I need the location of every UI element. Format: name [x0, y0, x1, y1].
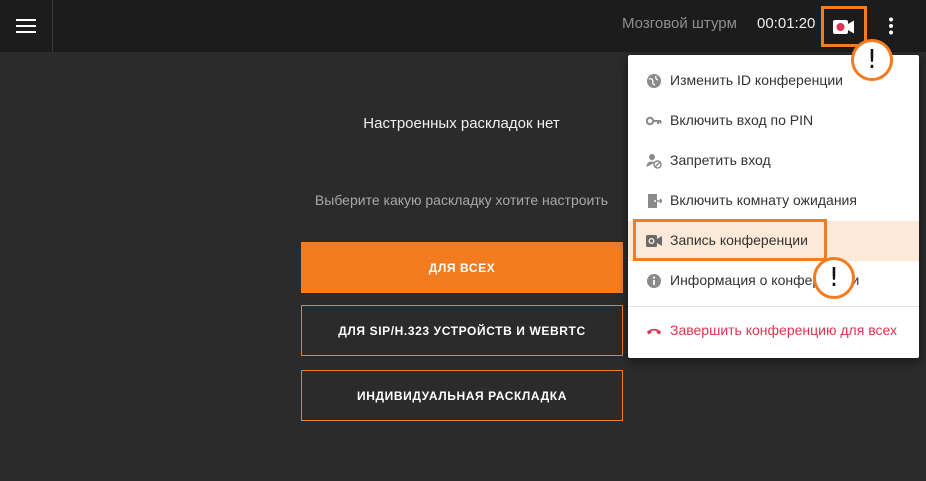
layout-sip-webrtc-button[interactable]: ДЛЯ SIP/H.323 УСТРОЙСТВ И WEBRTC — [301, 305, 623, 356]
conference-timer: 00:01:20 — [757, 15, 816, 32]
conference-name: Мозговой штурм — [622, 15, 737, 32]
menu-item-label: Завершить конференцию для всех — [670, 322, 897, 338]
globe-icon — [646, 73, 662, 89]
layout-for-all-button[interactable]: ДЛЯ ВСЕХ — [301, 242, 623, 293]
more-vertical-icon — [889, 17, 893, 35]
menu-item-enable-pin[interactable]: Включить вход по PIN — [628, 101, 919, 141]
menu-item-waiting-room[interactable]: Включить комнату ожидания — [628, 181, 919, 221]
key-icon — [646, 113, 662, 129]
menu-divider — [628, 306, 919, 307]
empty-layouts-subtitle: Выберите какую раскладку хотите настроит… — [314, 192, 609, 208]
video-camera-icon — [646, 233, 662, 249]
annotation-badge: ! — [813, 257, 855, 299]
hamburger-icon — [16, 19, 36, 33]
info-icon — [646, 273, 662, 289]
menu-item-record-conference[interactable]: Запись конференции — [628, 221, 919, 261]
video-record-icon — [833, 19, 854, 34]
layout-individual-button[interactable]: ИНДИВИДУАЛЬНАЯ РАСКЛАДКА — [301, 370, 623, 421]
menu-item-label: Запретить вход — [670, 152, 771, 168]
empty-layouts-title: Настроенных раскладок нет — [363, 115, 560, 132]
phone-hangup-icon — [646, 323, 662, 339]
conference-options-menu: Изменить ID конференции Включить вход по… — [628, 55, 919, 358]
menu-item-end-conference[interactable]: Завершить конференцию для всех — [628, 311, 919, 351]
door-icon — [646, 193, 662, 209]
more-options-button[interactable] — [878, 10, 904, 42]
menu-item-conference-info[interactable]: Информация о конференции — [628, 261, 919, 301]
annotation-badge: ! — [851, 39, 893, 81]
menu-item-label: Изменить ID конференции — [670, 72, 843, 88]
menu-item-block-entry[interactable]: Запретить вход — [628, 141, 919, 181]
menu-item-label: Запись конференции — [670, 232, 808, 248]
top-bar: Мозговой штурм 00:01:20 — [0, 0, 926, 52]
menu-item-label: Включить комнату ожидания — [670, 192, 857, 208]
user-block-icon — [646, 153, 662, 169]
menu-button[interactable] — [0, 0, 53, 52]
record-button[interactable] — [821, 6, 867, 47]
menu-item-label: Включить вход по PIN — [670, 112, 814, 128]
